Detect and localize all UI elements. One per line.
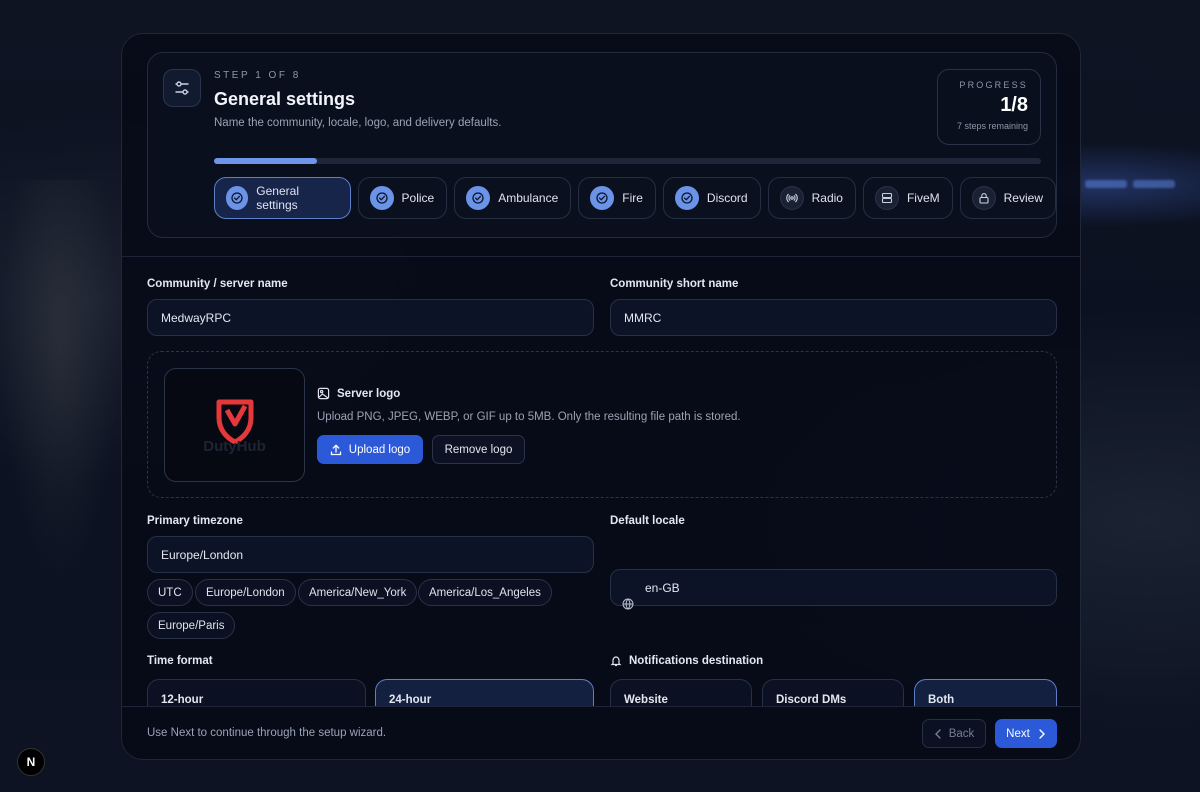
- radio-icon: [779, 186, 804, 210]
- progress-bar-fill: [214, 158, 318, 164]
- step-tab-ambulance[interactable]: Ambulance: [454, 177, 572, 219]
- shield-logo-icon: [216, 399, 253, 444]
- step-tab-label: FiveM: [906, 191, 940, 205]
- logo-upload-panel: DutyHub Server logo Upload PNG, JPEG, WE…: [147, 351, 1057, 498]
- chevron-left-icon: [934, 728, 941, 739]
- step-tab-review[interactable]: Review: [959, 177, 1056, 219]
- next-label: Next: [1006, 727, 1030, 740]
- next-button[interactable]: Next: [995, 719, 1057, 748]
- upload-logo-button[interactable]: Upload logo: [317, 435, 423, 464]
- back-label: Back: [948, 727, 975, 740]
- short-name-input[interactable]: MMRC: [610, 299, 1057, 336]
- progress-label: PROGRESS: [959, 80, 1028, 90]
- server-icon: [874, 186, 899, 210]
- timezone-chip-europe-paris[interactable]: Europe/Paris: [147, 612, 236, 639]
- step-tab-general-settings[interactable]: General settings: [214, 177, 351, 219]
- logo-wordmark: DutyHub: [203, 437, 266, 455]
- server-logo-heading: Server logo: [317, 387, 400, 400]
- notifications-label: Notifications destination: [629, 655, 764, 667]
- footer-hint: Use Next to continue through the setup w…: [147, 727, 387, 739]
- upload-icon: [330, 443, 341, 455]
- step-tab-discord[interactable]: Discord: [662, 177, 761, 219]
- image-icon: [317, 387, 330, 400]
- bell-icon: [610, 656, 622, 667]
- background-lights: [1085, 180, 1175, 188]
- setup-wizard-card: STEP 1 OF 8 General settings Name the co…: [121, 33, 1081, 760]
- check-circle-icon: [674, 186, 699, 210]
- community-name-input[interactable]: MedwayRPC: [147, 299, 594, 336]
- step-tab-label: Fire: [622, 191, 643, 205]
- step-tab-fivem[interactable]: FiveM: [862, 177, 953, 219]
- wizard-header: STEP 1 OF 8 General settings Name the co…: [147, 52, 1057, 238]
- step-tab-label: Discord: [706, 191, 748, 205]
- server-logo-title: Server logo: [337, 387, 401, 400]
- timezone-input[interactable]: Europe/London: [147, 536, 594, 573]
- locale-label: Default locale: [610, 515, 685, 527]
- server-logo-description: Upload PNG, JPEG, WEBP, or GIF up to 5MB…: [317, 411, 741, 423]
- check-circle-icon: [590, 186, 615, 210]
- check-circle-icon: [226, 186, 249, 210]
- upload-logo-label: Upload logo: [348, 443, 411, 456]
- back-button[interactable]: Back: [922, 719, 986, 748]
- progress-summary: PROGRESS 1/8 7 steps remaining: [937, 69, 1041, 145]
- background-foliage: [0, 180, 120, 580]
- globe-icon: [622, 598, 634, 610]
- time-format-label: Time format: [147, 655, 213, 667]
- step-tab-police[interactable]: Police: [357, 177, 448, 219]
- progress-value: 1/8: [1000, 94, 1028, 116]
- logo-preview: DutyHub: [164, 368, 305, 482]
- timezone-chip-utc[interactable]: UTC: [147, 579, 193, 606]
- page-subtitle: Name the community, locale, logo, and de…: [214, 117, 502, 129]
- step-tab-fire[interactable]: Fire: [578, 177, 656, 219]
- progress-remaining: 7 steps remaining: [956, 121, 1028, 131]
- step-tab-label: Ambulance: [498, 191, 559, 205]
- timezone-chip-america-new-york[interactable]: America/New_York: [298, 579, 418, 606]
- locale-value: en-GB: [645, 580, 680, 595]
- timezone-label: Primary timezone: [147, 515, 243, 527]
- step-tab-label: General settings: [256, 184, 299, 212]
- section-divider: [122, 256, 1080, 257]
- locale-input[interactable]: en-GB: [610, 569, 1057, 610]
- timezone-chip-america-los-angeles[interactable]: America/Los_Angeles: [418, 579, 552, 606]
- remove-logo-button[interactable]: Remove logo: [432, 435, 525, 464]
- page-title: General settings: [214, 89, 356, 109]
- short-name-label: Community short name: [610, 278, 739, 290]
- step-tab-radio[interactable]: Radio: [767, 177, 856, 219]
- sliders-icon: [163, 69, 201, 107]
- step-navigation: General settings Police Ambulance Fire Disco…: [214, 177, 1056, 219]
- step-tab-label: Police: [401, 191, 435, 205]
- progress-bar: [214, 158, 1041, 164]
- notifications-heading: Notifications destination: [610, 655, 763, 667]
- check-circle-icon: [369, 186, 394, 210]
- check-circle-icon: [466, 186, 491, 210]
- step-tab-label: Review: [1003, 191, 1043, 205]
- chevron-right-icon: [1039, 728, 1045, 739]
- step-counter: STEP 1 OF 8: [214, 70, 301, 81]
- wizard-footer: Use Next to continue through the setup w…: [122, 706, 1080, 759]
- lock-icon: [971, 186, 996, 210]
- community-name-label: Community / server name: [147, 278, 288, 290]
- step-tab-label: Radio: [811, 191, 843, 205]
- nextjs-badge[interactable]: N: [17, 748, 45, 776]
- timezone-chip-europe-london[interactable]: Europe/London: [195, 579, 296, 606]
